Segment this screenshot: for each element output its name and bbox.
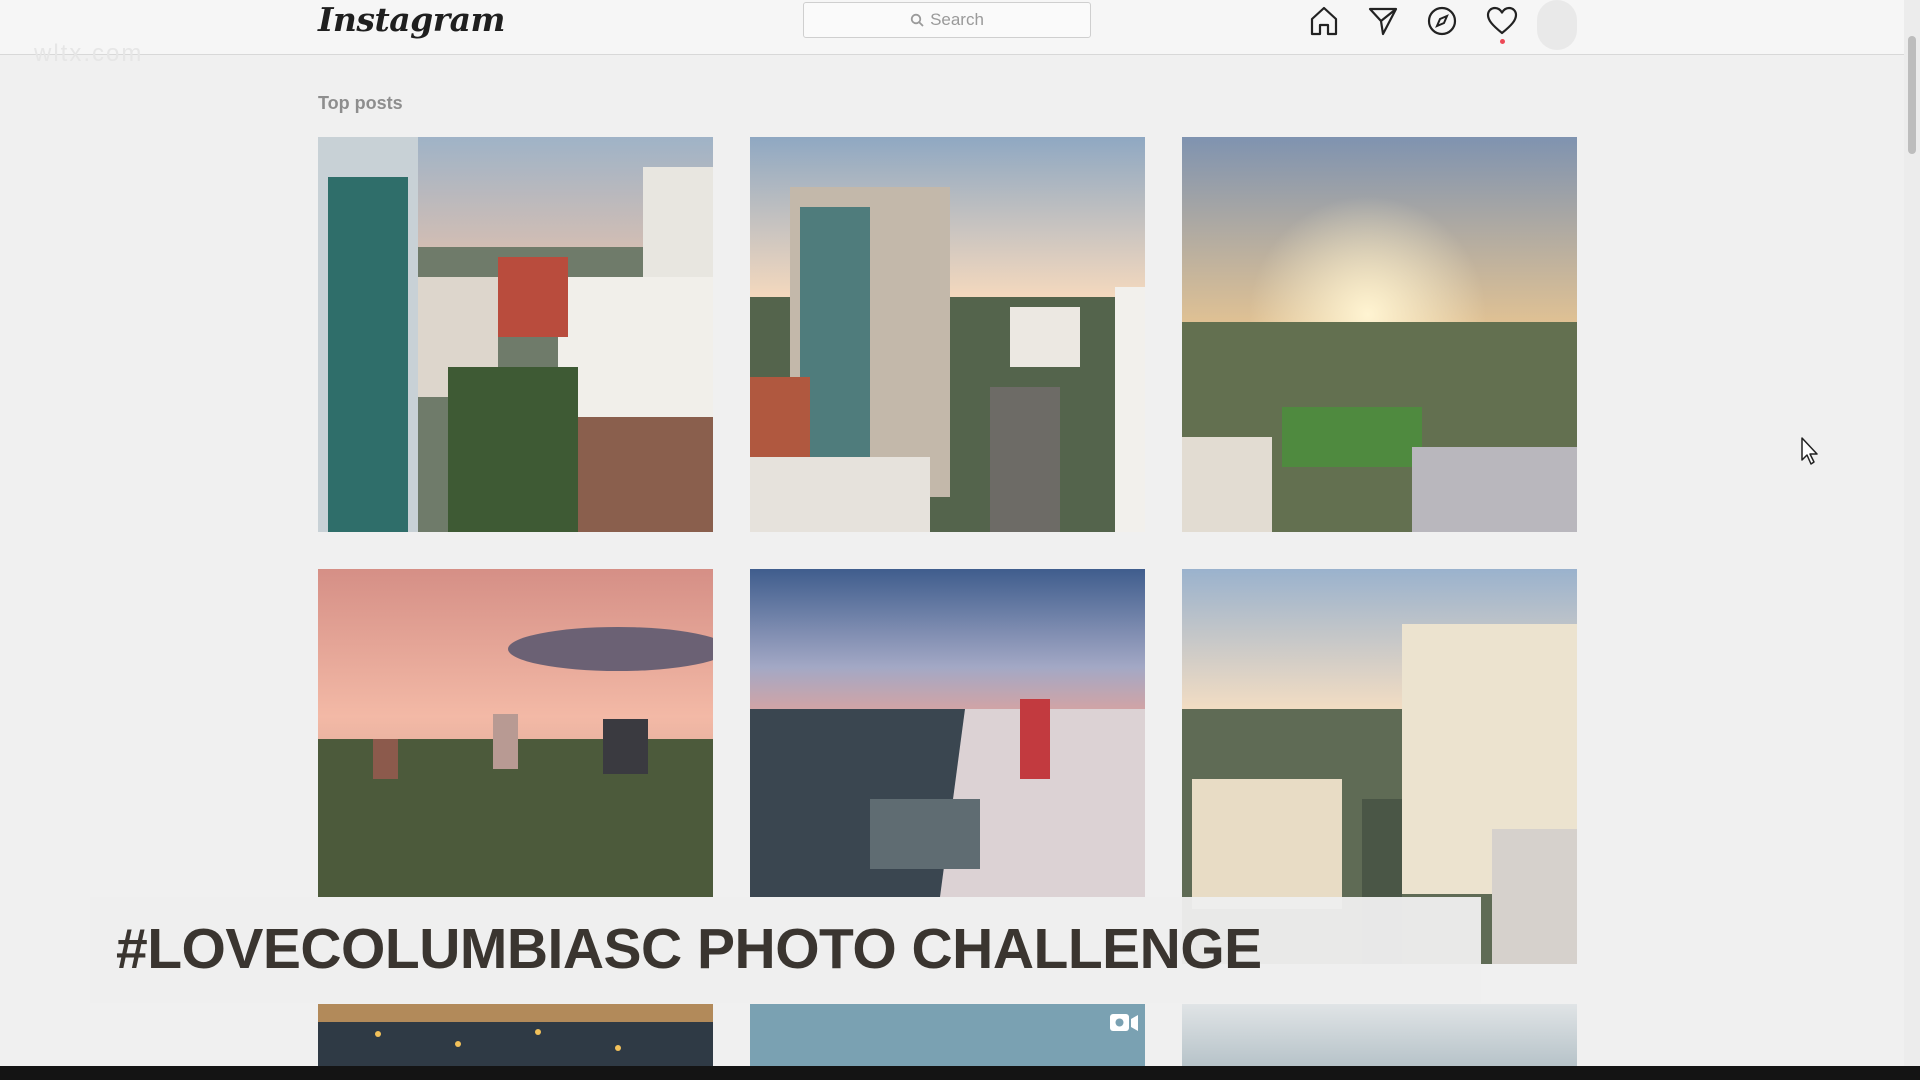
heart-icon[interactable]	[1485, 4, 1519, 38]
search-icon	[910, 13, 924, 27]
bottom-bar	[0, 1066, 1920, 1080]
direct-icon[interactable]	[1366, 4, 1400, 38]
post-thumbnail-1[interactable]	[318, 137, 713, 532]
notification-dot	[1500, 39, 1505, 44]
post-thumbnail-3[interactable]	[1182, 137, 1577, 532]
post-thumbnail-2[interactable]	[750, 137, 1145, 532]
top-navbar: Instagram Search wltx.com	[0, 0, 1904, 67]
post-thumbnail-7[interactable]	[318, 1004, 713, 1066]
watermark: wltx.com	[34, 40, 144, 67]
search-placeholder: Search	[930, 10, 984, 29]
search-input[interactable]: Search	[803, 2, 1091, 38]
scrollbar-thumb[interactable]	[1908, 36, 1916, 154]
post-thumbnail-8[interactable]	[750, 1004, 1145, 1066]
explore-icon[interactable]	[1425, 4, 1459, 38]
instagram-logo[interactable]: Instagram	[318, 0, 505, 39]
video-icon	[1109, 1012, 1139, 1034]
page-scrollbar[interactable]	[1904, 0, 1920, 1066]
post-thumbnail-9[interactable]	[1182, 1004, 1577, 1066]
post-thumbnail-4[interactable]	[318, 569, 713, 897]
mouse-cursor-icon	[1800, 436, 1820, 466]
lower-third-text: #LOVECOLUMBIASC PHOTO CHALLENGE	[116, 917, 1262, 981]
home-icon[interactable]	[1307, 4, 1341, 38]
lower-third-banner: #LOVECOLUMBIASC PHOTO CHALLENGE	[90, 897, 1481, 1003]
profile-avatar[interactable]	[1537, 0, 1577, 50]
section-title: Top posts	[318, 93, 403, 113]
post-thumbnail-5[interactable]	[750, 569, 1145, 897]
